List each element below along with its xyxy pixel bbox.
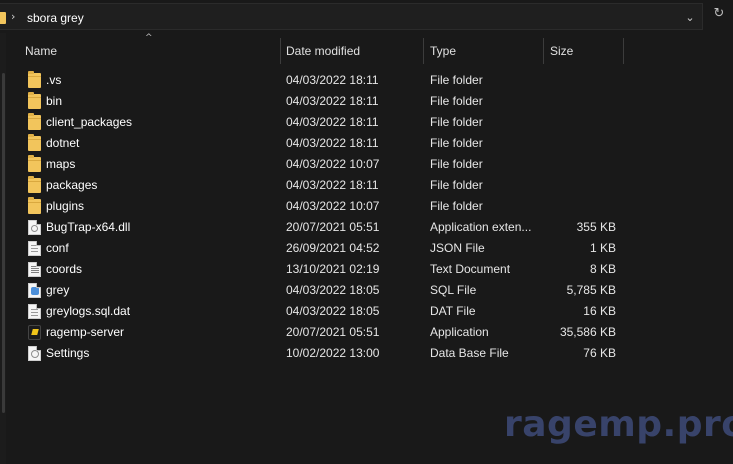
column-header: ^ Name Date modified Type Size xyxy=(18,33,628,64)
column-header-size[interactable]: Size xyxy=(543,38,623,64)
refresh-icon[interactable]: ↻ xyxy=(711,6,727,22)
file-name: grey xyxy=(46,283,70,297)
file-size: 16 KB xyxy=(583,304,616,318)
scrollbar-thumb[interactable] xyxy=(2,73,5,413)
folder-icon xyxy=(28,176,41,193)
file-date-modified: 20/07/2021 05:51 xyxy=(286,220,380,234)
file-row[interactable]: conf 26/09/2021 04:52 JSON File 1 KB xyxy=(18,238,628,259)
file-name: client_packages xyxy=(46,115,133,129)
file-row[interactable]: grey 04/03/2022 18:05 SQL File 5,785 KB xyxy=(18,280,628,301)
folder-icon xyxy=(28,134,41,151)
file-name: conf xyxy=(46,241,69,255)
application-icon xyxy=(28,325,41,340)
file-row[interactable]: dotnet 04/03/2022 18:11 File folder xyxy=(18,133,628,154)
file-row[interactable]: client_packages 04/03/2022 18:11 File fo… xyxy=(18,112,628,133)
file-date-modified: 13/10/2021 02:19 xyxy=(286,262,380,276)
file-size: 8 KB xyxy=(589,262,616,276)
breadcrumb-current-folder[interactable]: sbora grey xyxy=(27,11,84,25)
folder-icon xyxy=(28,197,41,214)
folder-icon xyxy=(28,113,41,130)
file-type: File folder xyxy=(430,94,483,108)
column-header-name[interactable]: Name xyxy=(18,38,280,64)
file-type: SQL File xyxy=(430,283,477,297)
file-date-modified: 04/03/2022 18:05 xyxy=(286,304,380,318)
file-size: 355 KB xyxy=(576,220,616,234)
file-row[interactable]: maps 04/03/2022 10:07 File folder xyxy=(18,154,628,175)
file-name: BugTrap-x64.dll xyxy=(46,220,131,234)
column-header-date-modified[interactable]: Date modified xyxy=(279,38,423,64)
file-type: File folder xyxy=(430,73,483,87)
file-date-modified: 04/03/2022 18:11 xyxy=(286,115,379,129)
file-row[interactable]: plugins 04/03/2022 10:07 File folder xyxy=(18,196,628,217)
file-date-modified: 10/02/2022 13:00 xyxy=(286,346,380,360)
file-date-modified: 04/03/2022 10:07 xyxy=(286,199,380,213)
file-row[interactable]: coords 13/10/2021 02:19 Text Document 8 … xyxy=(18,259,628,280)
path-separator-icon[interactable]: › xyxy=(11,10,15,23)
dat-file-icon xyxy=(28,304,41,319)
navigation-pane-edge xyxy=(0,33,6,464)
file-type: File folder xyxy=(430,157,483,171)
folder-icon xyxy=(28,155,41,172)
file-name: dotnet xyxy=(46,136,80,150)
file-name: plugins xyxy=(46,199,85,213)
file-size: 5,785 KB xyxy=(566,283,616,297)
file-row[interactable]: packages 04/03/2022 18:11 File folder xyxy=(18,175,628,196)
text-document-icon xyxy=(28,262,41,277)
file-name: bin xyxy=(46,94,63,108)
file-date-modified: 26/09/2021 04:52 xyxy=(286,241,380,255)
file-size: 35,586 KB xyxy=(559,325,616,339)
file-row[interactable]: ragemp-server 20/07/2021 05:51 Applicati… xyxy=(18,322,628,343)
address-bar: › sbora grey ⌄ ↻ xyxy=(0,0,733,33)
dll-file-icon xyxy=(28,220,41,235)
file-type: Application xyxy=(430,325,489,339)
file-type: File folder xyxy=(430,115,483,129)
folder-icon xyxy=(28,71,41,88)
file-date-modified: 04/03/2022 18:05 xyxy=(286,283,380,297)
column-divider[interactable] xyxy=(623,38,624,64)
file-name: packages xyxy=(46,178,98,192)
file-size: 1 KB xyxy=(589,241,616,255)
file-type: File folder xyxy=(430,199,483,213)
file-date-modified: 04/03/2022 18:11 xyxy=(286,178,379,192)
file-list: .vs 04/03/2022 18:11 File folder bin 04/… xyxy=(18,70,628,364)
file-name: ragemp-server xyxy=(46,325,125,339)
file-name: greylogs.sql.dat xyxy=(46,304,131,318)
file-date-modified: 04/03/2022 18:11 xyxy=(286,94,379,108)
chevron-down-icon[interactable]: ⌄ xyxy=(682,10,698,26)
file-name: Settings xyxy=(46,346,90,360)
file-date-modified: 04/03/2022 18:11 xyxy=(286,73,379,87)
file-date-modified: 04/03/2022 18:11 xyxy=(286,136,379,150)
file-type: JSON File xyxy=(430,241,485,255)
file-row[interactable]: Settings 10/02/2022 13:00 Data Base File… xyxy=(18,343,628,364)
file-date-modified: 20/07/2021 05:51 xyxy=(286,325,380,339)
file-name: .vs xyxy=(46,73,62,87)
file-name: coords xyxy=(46,262,83,276)
json-file-icon xyxy=(28,241,41,256)
file-type: Data Base File xyxy=(430,346,509,360)
file-row[interactable]: bin 04/03/2022 18:11 File folder xyxy=(18,91,628,112)
folder-icon xyxy=(28,92,41,109)
file-type: Text Document xyxy=(430,262,511,276)
watermark: ragemp.pro xyxy=(504,404,733,445)
database-file-icon xyxy=(28,346,41,361)
column-header-type[interactable]: Type xyxy=(423,38,543,64)
file-type: Application exten... xyxy=(430,220,532,234)
file-type: File folder xyxy=(430,178,483,192)
file-date-modified: 04/03/2022 10:07 xyxy=(286,157,380,171)
file-type: DAT File xyxy=(430,304,476,318)
file-row[interactable]: BugTrap-x64.dll 20/07/2021 05:51 Applica… xyxy=(18,217,628,238)
file-row[interactable]: .vs 04/03/2022 18:11 File folder xyxy=(18,70,628,91)
file-type: File folder xyxy=(430,136,483,150)
address-field[interactable]: › sbora grey ⌄ xyxy=(0,3,703,30)
folder-icon xyxy=(0,12,6,24)
file-row[interactable]: greylogs.sql.dat 04/03/2022 18:05 DAT Fi… xyxy=(18,301,628,322)
sql-file-icon xyxy=(28,283,41,298)
file-name: maps xyxy=(46,157,76,171)
file-size: 76 KB xyxy=(583,346,616,360)
